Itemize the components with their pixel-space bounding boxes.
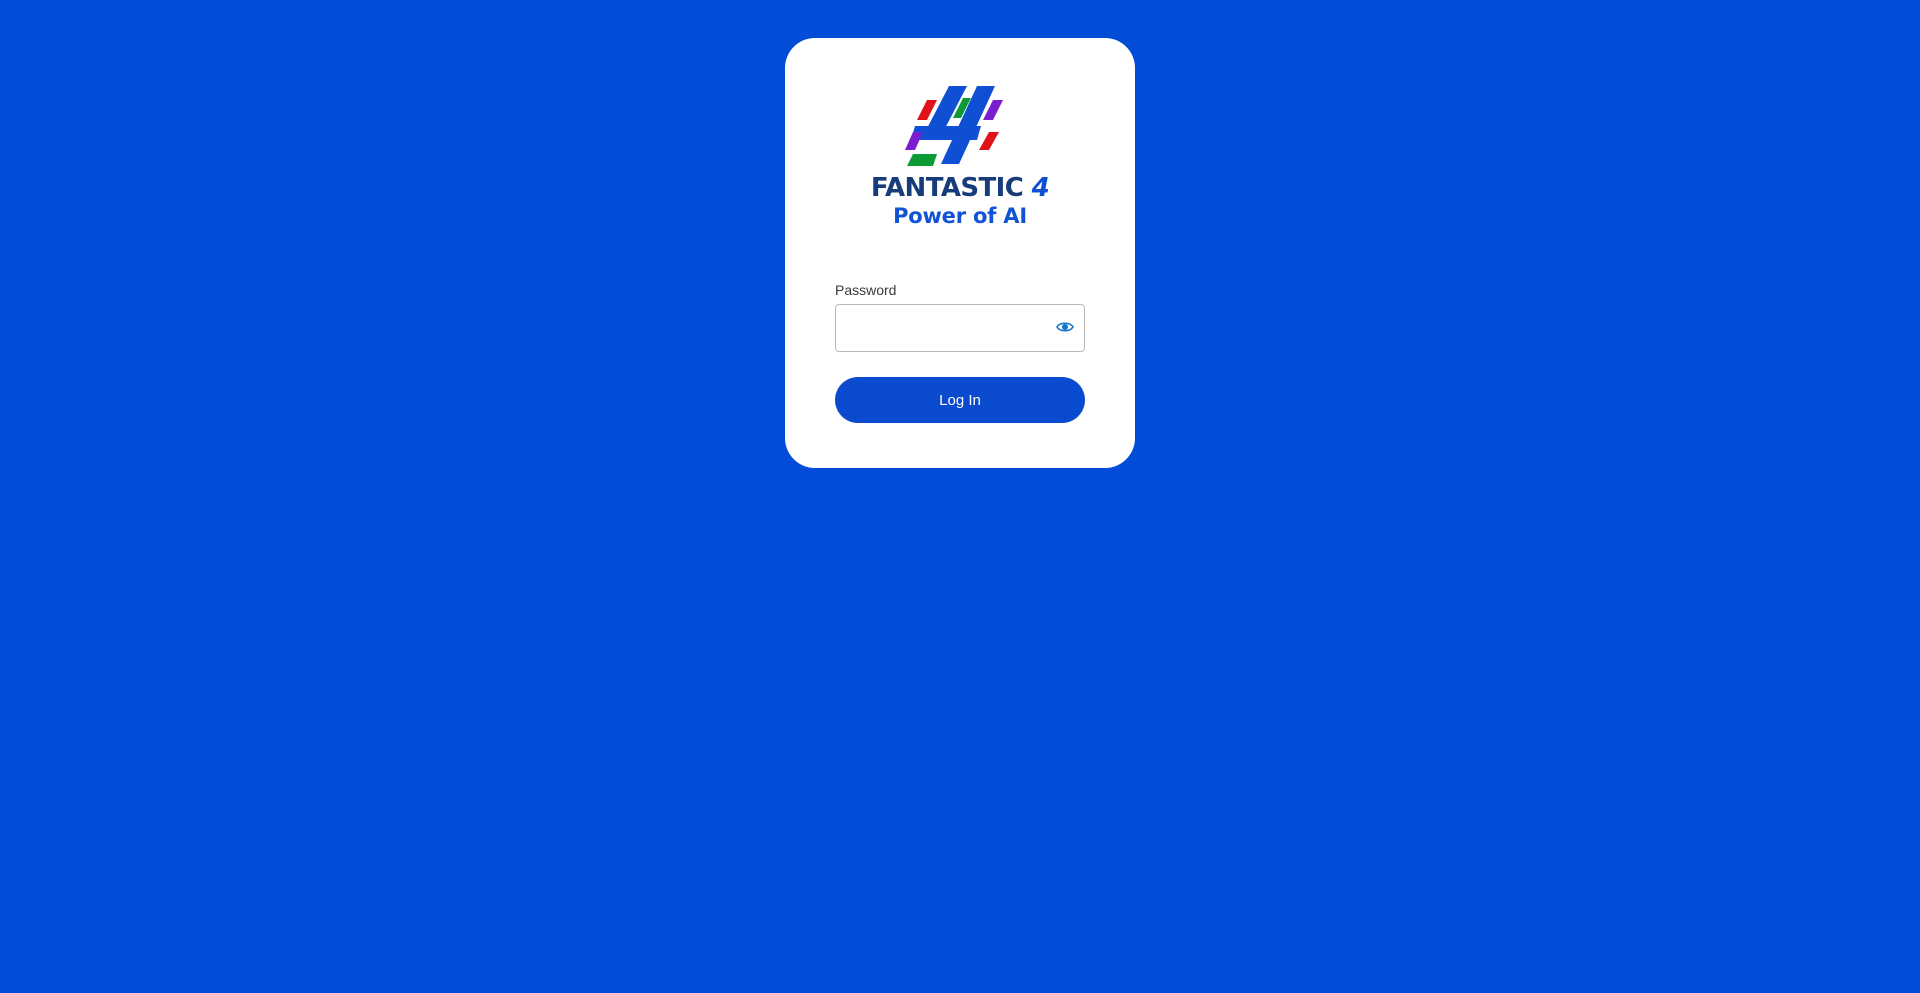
log-in-button[interactable]: Log In [835, 377, 1085, 423]
fantastic-4-logo-icon [905, 86, 1003, 166]
password-field-wrapper [835, 304, 1085, 352]
eye-icon[interactable] [1056, 318, 1074, 336]
brand-name-text: FANTASTIC [870, 173, 1024, 203]
brand-name: FANTASTIC 4 [785, 175, 1135, 201]
password-input[interactable] [836, 305, 1046, 351]
password-label: Password [835, 282, 897, 298]
brand-wordmark: FANTASTIC 4 Power of AI [785, 175, 1135, 227]
brand-tagline: Power of AI [893, 204, 1027, 228]
brand-name-number: 4 [1031, 173, 1050, 203]
login-card: FANTASTIC 4 Power of AI Password Log In [785, 38, 1135, 468]
